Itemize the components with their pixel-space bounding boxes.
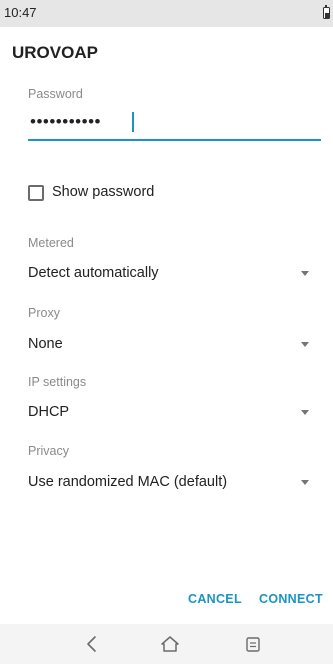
back-icon[interactable]	[82, 634, 102, 654]
home-icon[interactable]	[159, 634, 181, 654]
status-time: 10:47	[4, 5, 37, 20]
cancel-button[interactable]: CANCEL	[188, 592, 242, 606]
dialog-title: UROVOAP	[12, 43, 98, 62]
text-cursor	[132, 112, 134, 132]
ip-settings-value: DHCP	[28, 404, 70, 420]
battery-icon	[323, 4, 330, 19]
proxy-label: Proxy	[28, 306, 60, 320]
proxy-value: None	[28, 336, 63, 352]
dropdown-arrow-icon	[301, 410, 309, 415]
password-field[interactable]: •••••••••••	[28, 107, 321, 141]
connect-button[interactable]: CONNECT	[259, 592, 323, 606]
status-bar: 10:47	[0, 0, 333, 27]
password-label: Password	[28, 87, 83, 101]
metered-label: Metered	[28, 236, 74, 250]
proxy-dropdown[interactable]: None	[28, 333, 321, 359]
privacy-value: Use randomized MAC (default)	[28, 474, 228, 490]
checkbox-icon[interactable]	[28, 185, 44, 201]
show-password-label: Show password	[52, 184, 155, 200]
metered-value: Detect automatically	[28, 265, 159, 281]
navigation-bar	[0, 624, 333, 664]
privacy-label: Privacy	[28, 444, 69, 458]
metered-dropdown[interactable]: Detect automatically	[28, 262, 321, 288]
dropdown-arrow-icon	[301, 342, 309, 347]
privacy-dropdown[interactable]: Use randomized MAC (default)	[28, 471, 321, 497]
recents-icon[interactable]	[244, 634, 262, 654]
dropdown-arrow-icon	[301, 480, 309, 485]
ip-settings-label: IP settings	[28, 375, 87, 389]
ip-settings-dropdown[interactable]: DHCP	[28, 401, 321, 427]
password-value: •••••••••••	[30, 112, 101, 131]
dropdown-arrow-icon	[301, 271, 309, 276]
